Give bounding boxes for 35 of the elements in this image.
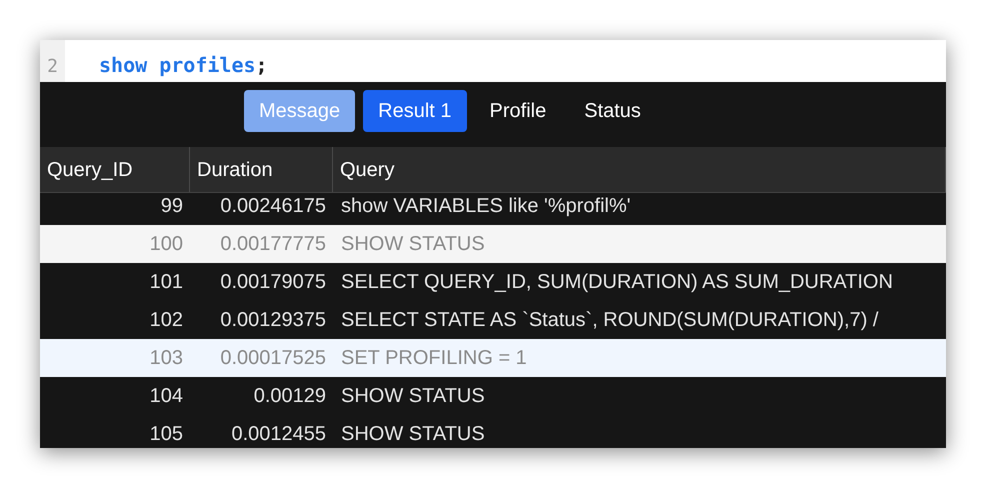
- table-cell-text: 105: [148, 422, 183, 447]
- code-keyword: show profiles: [99, 52, 256, 79]
- table-cell-text: 99: [160, 194, 183, 219]
- result-tab[interactable]: Profile: [474, 90, 562, 132]
- table-row[interactable]: 105 0.0012455 SHOW STATUS: [40, 415, 946, 448]
- table-row[interactable]: 102 0.00129375 SELECT STATE AS `Status`, ROUND(SUM(DURATION),7) /: [40, 301, 946, 339]
- table-cell-text: 0.00246175: [219, 194, 326, 219]
- table-cell-text: 0.00177775: [219, 232, 326, 257]
- table-cell-text: 102: [148, 308, 183, 333]
- code-punctuation: ;: [256, 52, 268, 79]
- table-cell-text: show VARIABLES like '%profil%': [340, 194, 631, 219]
- table-cell-text: 100: [148, 232, 183, 257]
- column-header[interactable]: Query: [333, 147, 946, 192]
- table-cell-text: 0.00129: [252, 384, 326, 409]
- table-row[interactable]: 99 0.00246175 show VARIABLES like '%profil%': [40, 193, 946, 225]
- line-number: 2: [47, 55, 58, 79]
- table-row[interactable]: 104 0.00129 SHOW STATUS: [40, 377, 946, 415]
- table-cell-text: SHOW STATUS: [340, 422, 485, 447]
- table-cell-text: SHOW STATUS: [340, 232, 485, 257]
- column-header[interactable]: Query_ID: [40, 147, 190, 192]
- table-cell-text: 0.00179075: [219, 270, 326, 295]
- column-header[interactable]: Duration: [190, 147, 333, 192]
- table-cell-text: 103: [148, 346, 183, 371]
- table-cell-text: SET PROFILING = 1: [340, 346, 527, 371]
- table-cell-text: 101: [148, 270, 183, 295]
- table-cell-text: SELECT STATE AS `Status`, ROUND(SUM(DURATION),7) /: [340, 308, 878, 333]
- table-row[interactable]: 101 0.00179075 SELECT QUERY_ID, SUM(DURATION) AS SUM_DURATION: [40, 263, 946, 301]
- table-cell-text: 0.0012455: [230, 422, 326, 447]
- result-tab[interactable]: Status: [569, 90, 656, 132]
- table-cell-text: 0.00017525: [219, 346, 326, 371]
- result-tab[interactable]: Result 1: [363, 90, 467, 132]
- table-cell-text: SELECT QUERY_ID, SUM(DURATION) AS SUM_DURATION: [340, 270, 893, 295]
- table-cell-text: 0.00129375: [219, 308, 326, 333]
- table-cell-text: 104: [148, 384, 183, 409]
- table-cell-text: SHOW STATUS: [340, 384, 485, 409]
